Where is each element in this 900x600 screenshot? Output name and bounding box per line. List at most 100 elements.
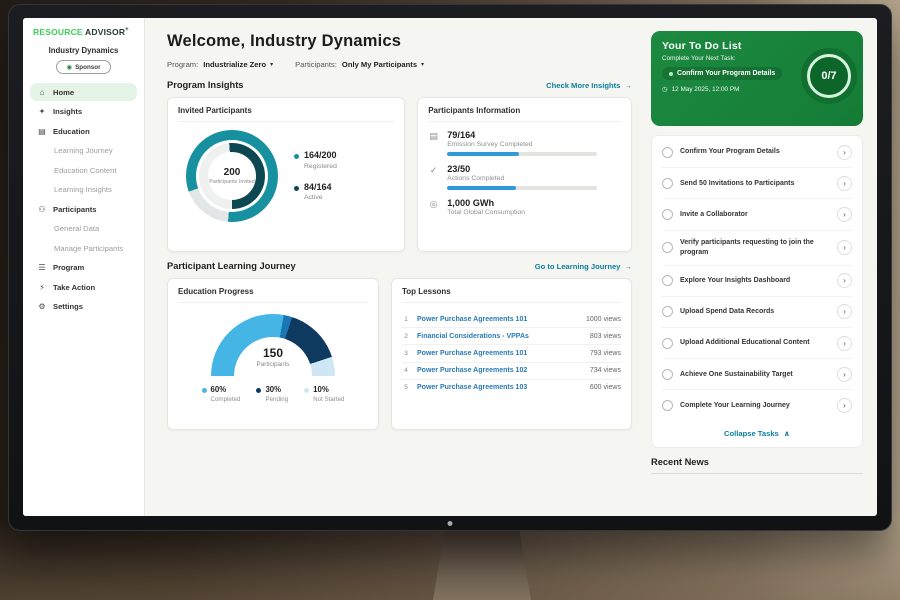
sidebar-item-label: Manage Participants [54,244,123,253]
progress-fill [447,152,519,156]
gauge-center-value: 150 [263,346,283,360]
task-row-explore-insights[interactable]: Explore Your Insights Dashboard › [662,266,852,297]
task-row-invite-collaborator[interactable]: Invite a Collaborator › [662,199,852,230]
sidebar-item-education-content[interactable]: Education Content [30,161,137,179]
lesson-link[interactable]: Power Purchase Agreements 101 [417,316,579,323]
chevron-right-icon[interactable]: › [837,336,852,351]
legend-dot [294,154,299,159]
legend-value: 10% [313,386,344,395]
task-row-verify-participants[interactable]: Verify participants requesting to join t… [662,231,852,266]
sidebar-item-participants[interactable]: ⚇ Participants [30,200,137,218]
task-row-complete-learning-journey[interactable]: Complete Your Learning Journey › [662,390,852,420]
program-dropdown[interactable]: Program: Industrialize Zero ▾ [167,60,273,69]
task-row-achieve-target[interactable]: Achieve One Sustainability Target › [662,359,852,390]
lesson-link[interactable]: Power Purchase Agreements 103 [417,384,583,391]
lesson-rank: 5 [402,384,410,391]
checkbox-circle-icon[interactable] [662,275,673,286]
participants-value: Only My Participants [342,60,417,69]
checkbox-circle-icon[interactable] [662,400,673,411]
collapse-tasks-link[interactable]: Collapse Tasks ∧ [662,421,852,447]
checkbox-circle-icon[interactable] [662,147,673,158]
sidebar-item-settings[interactable]: ⚙ Settings [30,298,137,316]
arrow-right-icon: → [624,262,632,271]
chevron-right-icon[interactable]: › [837,398,852,413]
lesson-row: 4 Power Purchase Agreements 102 734 view… [402,363,621,380]
info-value: 79/164 [447,130,621,140]
sidebar-item-program[interactable]: ☰ Program [30,259,137,277]
donut-center: 200 Participants Invited [208,152,256,200]
sponsor-badge: ◉ Sponsor [56,60,110,74]
sidebar-item-home[interactable]: ⌂ Home [30,83,137,101]
checkbox-circle-icon[interactable] [662,306,673,317]
go-to-learning-journey-link[interactable]: Go to Learning Journey → [535,262,632,271]
lesson-row: 2 Financial Considerations - VPPAs 803 v… [402,328,621,345]
next-task-pill[interactable]: Confirm Your Program Details [662,67,782,80]
check-more-insights-link[interactable]: Check More Insights → [546,81,632,90]
chevron-right-icon[interactable]: › [837,145,852,160]
global-consumption-row: ◎ 1,000 GWh Total Global Consumption [428,198,621,216]
sidebar-item-education[interactable]: ▤ Education [30,122,137,140]
sidebar-item-label: General Data [54,224,99,233]
task-row-upload-educational-content[interactable]: Upload Additional Educational Content › [662,328,852,359]
emission-survey-row: ▤ 79/164 Emission Survey Completed [428,130,621,156]
legend-dot [294,186,299,191]
recent-news-title: Recent News [651,457,863,474]
card-title: Participants Information [428,106,621,122]
participants-label: Participants: [295,60,337,69]
checkbox-circle-icon[interactable] [662,209,673,220]
sidebar-item-learning-journey[interactable]: Learning Journey [30,142,137,160]
page-title: Welcome, Industry Dynamics [167,32,632,51]
task-row-send-invitations[interactable]: Send 50 Invitations to Participants › [662,168,852,199]
checkbox-circle-icon[interactable] [662,338,673,349]
info-label: Actions Completed [447,175,621,182]
legend-value: 30% [265,386,288,395]
chevron-right-icon[interactable]: › [837,240,852,255]
sidebar-item-label: Education Content [54,166,116,175]
card-title: Education Progress [178,287,368,303]
due-date: 12 May 2025, 12:00 PM [672,86,740,93]
sidebar-item-learning-insights[interactable]: Learning Insights [30,181,137,199]
invited-participants-card: Invited Participants 200 Participants In… [167,97,405,252]
legend-dot [256,388,261,393]
participants-dropdown[interactable]: Participants: Only My Participants ▾ [295,60,424,69]
chevron-right-icon[interactable]: › [837,367,852,382]
sidebar-item-label: Take Action [53,283,95,292]
task-row-confirm-program[interactable]: Confirm Your Program Details › [662,137,852,168]
sidebar-nav: ⌂ Home ✦ Insights ▤ Education Learning J… [23,83,144,316]
lesson-link[interactable]: Power Purchase Agreements 102 [417,367,583,374]
progress-fill [447,186,516,190]
checkbox-circle-icon[interactable] [662,178,673,189]
legend-dot [202,388,207,393]
checkbox-circle-icon[interactable] [662,242,673,253]
checkbox-circle-icon[interactable] [662,369,673,380]
chevron-right-icon[interactable]: › [837,176,852,191]
card-title: Invited Participants [178,106,394,122]
todo-progress-value: 0/7 [821,70,836,82]
brand-logo: RESOURCE ADVISOR+ [23,27,144,41]
card-title: Top Lessons [402,287,621,303]
bullet-dot-icon [669,72,673,76]
link-label: Go to Learning Journey [535,262,621,271]
sidebar-item-manage-participants[interactable]: Manage Participants [30,239,137,257]
lesson-link[interactable]: Power Purchase Agreements 101 [417,350,583,357]
sidebar-item-label: Home [53,88,74,97]
sidebar-item-take-action[interactable]: ⚡ Take Action [30,278,137,296]
sidebar-item-general-data[interactable]: General Data [30,220,137,238]
insights-icon: ✦ [37,107,47,116]
chevron-right-icon[interactable]: › [837,207,852,222]
chevron-right-icon[interactable]: › [837,304,852,319]
lesson-views: 793 views [590,350,621,357]
main-content: Welcome, Industry Dynamics Program: Indu… [145,18,645,516]
section-title: Program Insights [167,80,243,90]
chevron-right-icon[interactable]: › [837,273,852,288]
lesson-row: 5 Power Purchase Agreements 103 600 view… [402,380,621,396]
lesson-link[interactable]: Financial Considerations - VPPAs [417,333,583,340]
legend-item-registered: 164/200 Registered [294,151,337,170]
actions-completed-row: ✓ 23/50 Actions Completed [428,164,621,190]
participants-icon: ⚇ [37,205,47,214]
lesson-rank: 3 [402,350,410,357]
sidebar-item-insights[interactable]: ✦ Insights [30,103,137,121]
lesson-views: 600 views [590,384,621,391]
sidebar-item-label: Education [53,127,90,136]
task-row-upload-spend-data[interactable]: Upload Spend Data Records › [662,297,852,328]
